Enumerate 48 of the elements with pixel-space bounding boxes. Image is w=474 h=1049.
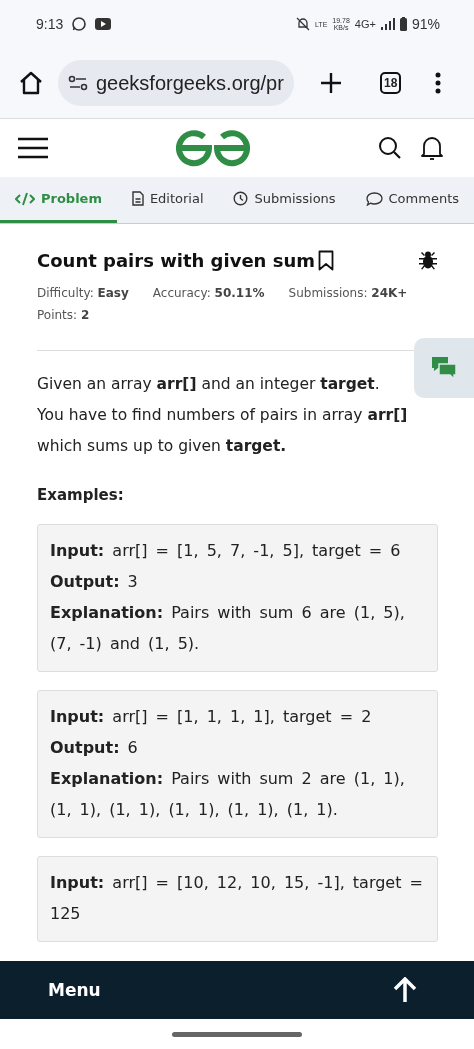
arrow-up-icon[interactable] [392, 977, 418, 1003]
new-tab-icon[interactable] [320, 72, 342, 94]
example-line: Input: arr[] = [1, 5, 7, -1, 5], target = 6 [50, 540, 402, 562]
comment-icon [365, 191, 383, 206]
battery-icon [399, 17, 407, 31]
bell-icon[interactable] [420, 135, 444, 161]
problem-title: Count pairs with given sum [37, 249, 315, 271]
url-text: geeksforgeeks.org/pr [96, 71, 284, 95]
battery-level: 91% [411, 16, 440, 32]
muted-bell-icon [296, 17, 310, 31]
example-line: Input: arr[] = [1, 1, 1, 1], target = 2 [50, 706, 373, 728]
example-line: Output: 6 [50, 737, 139, 759]
site-settings-icon[interactable] [68, 75, 88, 91]
menu-link[interactable]: Menu [48, 980, 101, 1000]
example-line: Explanation: Pairs with sum 6 are (1, 5), (7, -1) and (1, 5). [50, 602, 406, 655]
menu-icon[interactable] [18, 137, 48, 159]
site-logo[interactable] [176, 129, 250, 167]
chat-button[interactable] [414, 338, 474, 398]
address-bar[interactable]: geeksforgeeks.org/pr [58, 60, 294, 106]
meta-info: Points: 2 [37, 308, 90, 322]
home-indicator[interactable] [172, 1031, 302, 1037]
example-line: Input: arr[] = [10, 12, 10, 15, -1], target = 125 [50, 872, 424, 925]
problem-description: Given an array arr[] and an integer target. You have to find numbers of pairs in array arr[] which sums up to given target. [37, 374, 409, 457]
meta-info: Submissions: 24K+ [288, 286, 408, 300]
document-icon [131, 191, 144, 206]
example-line: Output: 3 [50, 571, 139, 593]
more-icon[interactable] [435, 72, 442, 94]
example-line: Explanation: Pairs with sum 2 are (1, 1), (1, 1), (1, 1), (1, 1), (1, 1), (1, 1). [50, 768, 406, 821]
code-icon [14, 191, 35, 206]
tab[interactable]: Submissions [218, 177, 351, 223]
examples-heading: Examples: [37, 486, 125, 504]
meta-info: Accuracy: 50.11% [152, 286, 265, 300]
tab[interactable]: Problem [0, 177, 117, 223]
bug-icon[interactable] [418, 250, 438, 270]
clock-time: 9:13 [36, 16, 64, 32]
home-icon[interactable] [18, 71, 44, 95]
clock-icon [233, 191, 249, 206]
chat-bubbles-icon [431, 356, 457, 380]
chat-app-icon [71, 16, 88, 32]
tab[interactable]: Comments [350, 177, 474, 223]
tab[interactable]: Editorial [116, 177, 219, 223]
bookmark-icon[interactable] [318, 249, 334, 271]
video-app-icon [95, 18, 112, 30]
tab-count-button[interactable]: 18 [380, 72, 402, 94]
network-type: 4G+ [354, 18, 376, 30]
meta-info: Difficulty: Easy [37, 286, 129, 300]
signal-icon [380, 18, 395, 30]
search-icon[interactable] [378, 136, 402, 160]
